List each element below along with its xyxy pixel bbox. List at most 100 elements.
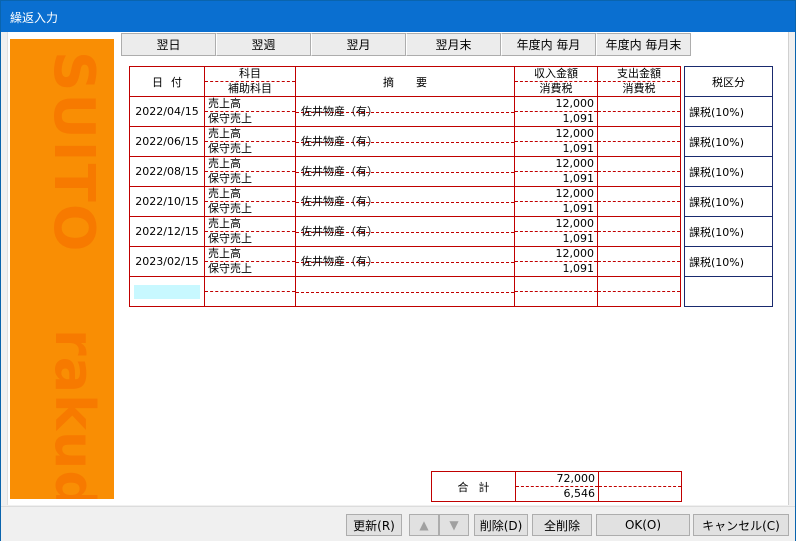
row-income[interactable]: 12,000 bbox=[515, 97, 597, 112]
row-tax-class[interactable]: 課税(10%) bbox=[684, 186, 773, 217]
row-date[interactable]: 2022/06/15 bbox=[129, 126, 205, 157]
row-date[interactable]: 2022/10/15 bbox=[129, 186, 205, 217]
table-row[interactable]: 2022/12/15 売上高 保守売上 佐井物産（有） 12,000 1,091 bbox=[129, 216, 681, 247]
new-entry-row[interactable] bbox=[129, 276, 681, 307]
delete-button[interactable]: 削除(D) bbox=[474, 514, 528, 536]
table-row[interactable]: 2023/02/15 売上高 保守売上 佐井物産（有） 12,000 1,091 bbox=[129, 246, 681, 277]
row-tax-class[interactable]: 課税(10%) bbox=[684, 246, 773, 277]
new-expense-cell[interactable] bbox=[597, 276, 681, 307]
next-day-button[interactable]: 翌日 bbox=[121, 33, 216, 56]
row-income-cell[interactable]: 12,000 1,091 bbox=[514, 156, 598, 187]
row-date[interactable]: 2023/02/15 bbox=[129, 246, 205, 277]
row-tax-class[interactable]: 課税(10%) bbox=[684, 156, 773, 187]
row-sub-account[interactable]: 保守売上 bbox=[205, 202, 295, 216]
row-income[interactable]: 12,000 bbox=[515, 247, 597, 262]
row-sub-account[interactable]: 保守売上 bbox=[205, 262, 295, 276]
row-description-cell[interactable]: 佐井物産（有） bbox=[295, 126, 515, 157]
row-description[interactable]: 佐井物産（有） bbox=[296, 218, 514, 246]
row-description-cell[interactable]: 佐井物産（有） bbox=[295, 186, 515, 217]
row-sub-account[interactable]: 保守売上 bbox=[205, 172, 295, 186]
row-income[interactable]: 12,000 bbox=[515, 187, 597, 202]
row-expense-tax[interactable] bbox=[598, 172, 680, 186]
row-expense[interactable] bbox=[598, 157, 680, 172]
row-income[interactable]: 12,000 bbox=[515, 157, 597, 172]
move-down-button[interactable]: ▼ bbox=[439, 514, 469, 536]
row-expense-tax[interactable] bbox=[598, 232, 680, 246]
move-up-button[interactable]: ▲ bbox=[409, 514, 439, 536]
new-account-cell[interactable] bbox=[204, 276, 296, 307]
row-account[interactable]: 売上高 bbox=[205, 127, 295, 142]
row-income-cell[interactable]: 12,000 1,091 bbox=[514, 96, 598, 127]
row-expense-tax[interactable] bbox=[598, 142, 680, 156]
row-expense-cell[interactable] bbox=[597, 216, 681, 247]
row-tax-class[interactable]: 課税(10%) bbox=[684, 216, 773, 247]
new-description-cell[interactable] bbox=[295, 276, 515, 307]
row-description[interactable]: 佐井物産（有） bbox=[296, 248, 514, 276]
row-description-cell[interactable]: 佐井物産（有） bbox=[295, 156, 515, 187]
row-expense[interactable] bbox=[598, 127, 680, 142]
next-week-button[interactable]: 翌週 bbox=[216, 33, 311, 56]
row-account-cell[interactable]: 売上高 保守売上 bbox=[204, 246, 296, 277]
new-income-cell[interactable] bbox=[514, 276, 598, 307]
row-description[interactable]: 佐井物産（有） bbox=[296, 188, 514, 216]
month-end-in-year-button[interactable]: 年度内 毎月末 bbox=[596, 33, 691, 56]
next-month-button[interactable]: 翌月 bbox=[311, 33, 406, 56]
row-date[interactable]: 2022/12/15 bbox=[129, 216, 205, 247]
row-account[interactable]: 売上高 bbox=[205, 247, 295, 262]
row-account[interactable]: 売上高 bbox=[205, 187, 295, 202]
row-expense-tax[interactable] bbox=[598, 262, 680, 276]
row-expense[interactable] bbox=[598, 247, 680, 262]
row-date[interactable]: 2022/08/15 bbox=[129, 156, 205, 187]
row-expense-cell[interactable] bbox=[597, 126, 681, 157]
cancel-button[interactable]: キャンセル(C) bbox=[693, 514, 789, 536]
row-account-cell[interactable]: 売上高 保守売上 bbox=[204, 216, 296, 247]
row-income-tax[interactable]: 1,091 bbox=[515, 172, 597, 186]
row-account[interactable]: 売上高 bbox=[205, 157, 295, 172]
table-row[interactable]: 2022/10/15 売上高 保守売上 佐井物産（有） 12,000 1,091 bbox=[129, 186, 681, 217]
row-income-cell[interactable]: 12,000 1,091 bbox=[514, 186, 598, 217]
row-account-cell[interactable]: 売上高 保守売上 bbox=[204, 156, 296, 187]
row-expense-tax[interactable] bbox=[598, 112, 680, 126]
row-income-cell[interactable]: 12,000 1,091 bbox=[514, 126, 598, 157]
row-tax-class[interactable]: 課税(10%) bbox=[684, 126, 773, 157]
row-expense[interactable] bbox=[598, 97, 680, 112]
table-row[interactable]: 2022/06/15 売上高 保守売上 佐井物産（有） 12,000 1,091 bbox=[129, 126, 681, 157]
row-description[interactable]: 佐井物産（有） bbox=[296, 128, 514, 156]
row-expense-cell[interactable] bbox=[597, 156, 681, 187]
row-sub-account[interactable]: 保守売上 bbox=[205, 232, 295, 246]
row-income[interactable]: 12,000 bbox=[515, 217, 597, 232]
row-expense-cell[interactable] bbox=[597, 96, 681, 127]
row-description-cell[interactable]: 佐井物産（有） bbox=[295, 246, 515, 277]
row-account[interactable]: 売上高 bbox=[205, 217, 295, 232]
row-account-cell[interactable]: 売上高 保守売上 bbox=[204, 96, 296, 127]
row-expense-cell[interactable] bbox=[597, 186, 681, 217]
row-expense-tax[interactable] bbox=[598, 202, 680, 216]
row-sub-account[interactable]: 保守売上 bbox=[205, 142, 295, 156]
row-income-tax[interactable]: 1,091 bbox=[515, 262, 597, 276]
row-income-tax[interactable]: 1,091 bbox=[515, 112, 597, 126]
row-description-cell[interactable]: 佐井物産（有） bbox=[295, 96, 515, 127]
row-description-cell[interactable]: 佐井物産（有） bbox=[295, 216, 515, 247]
row-expense[interactable] bbox=[598, 187, 680, 202]
ok-button[interactable]: OK(O) bbox=[596, 514, 690, 536]
row-description[interactable]: 佐井物産（有） bbox=[296, 158, 514, 186]
row-income-cell[interactable]: 12,000 1,091 bbox=[514, 216, 598, 247]
row-expense-cell[interactable] bbox=[597, 246, 681, 277]
row-description[interactable]: 佐井物産（有） bbox=[296, 98, 514, 126]
row-income-tax[interactable]: 1,091 bbox=[515, 142, 597, 156]
table-row[interactable]: 2022/08/15 売上高 保守売上 佐井物産（有） 12,000 1,091 bbox=[129, 156, 681, 187]
row-date[interactable]: 2022/04/15 bbox=[129, 96, 205, 127]
delete-all-button[interactable]: 全削除 bbox=[532, 514, 592, 536]
update-button[interactable]: 更新(R) bbox=[346, 514, 402, 536]
row-tax-class[interactable]: 課税(10%) bbox=[684, 96, 773, 127]
new-tax-class[interactable] bbox=[684, 276, 773, 307]
row-income-cell[interactable]: 12,000 1,091 bbox=[514, 246, 598, 277]
row-income-tax[interactable]: 1,091 bbox=[515, 232, 597, 246]
row-account-cell[interactable]: 売上高 保守売上 bbox=[204, 126, 296, 157]
row-sub-account[interactable]: 保守売上 bbox=[205, 112, 295, 126]
new-date-cell[interactable] bbox=[129, 276, 205, 307]
row-account-cell[interactable]: 売上高 保守売上 bbox=[204, 186, 296, 217]
next-month-end-button[interactable]: 翌月末 bbox=[406, 33, 501, 56]
row-account[interactable]: 売上高 bbox=[205, 97, 295, 112]
row-expense[interactable] bbox=[598, 217, 680, 232]
